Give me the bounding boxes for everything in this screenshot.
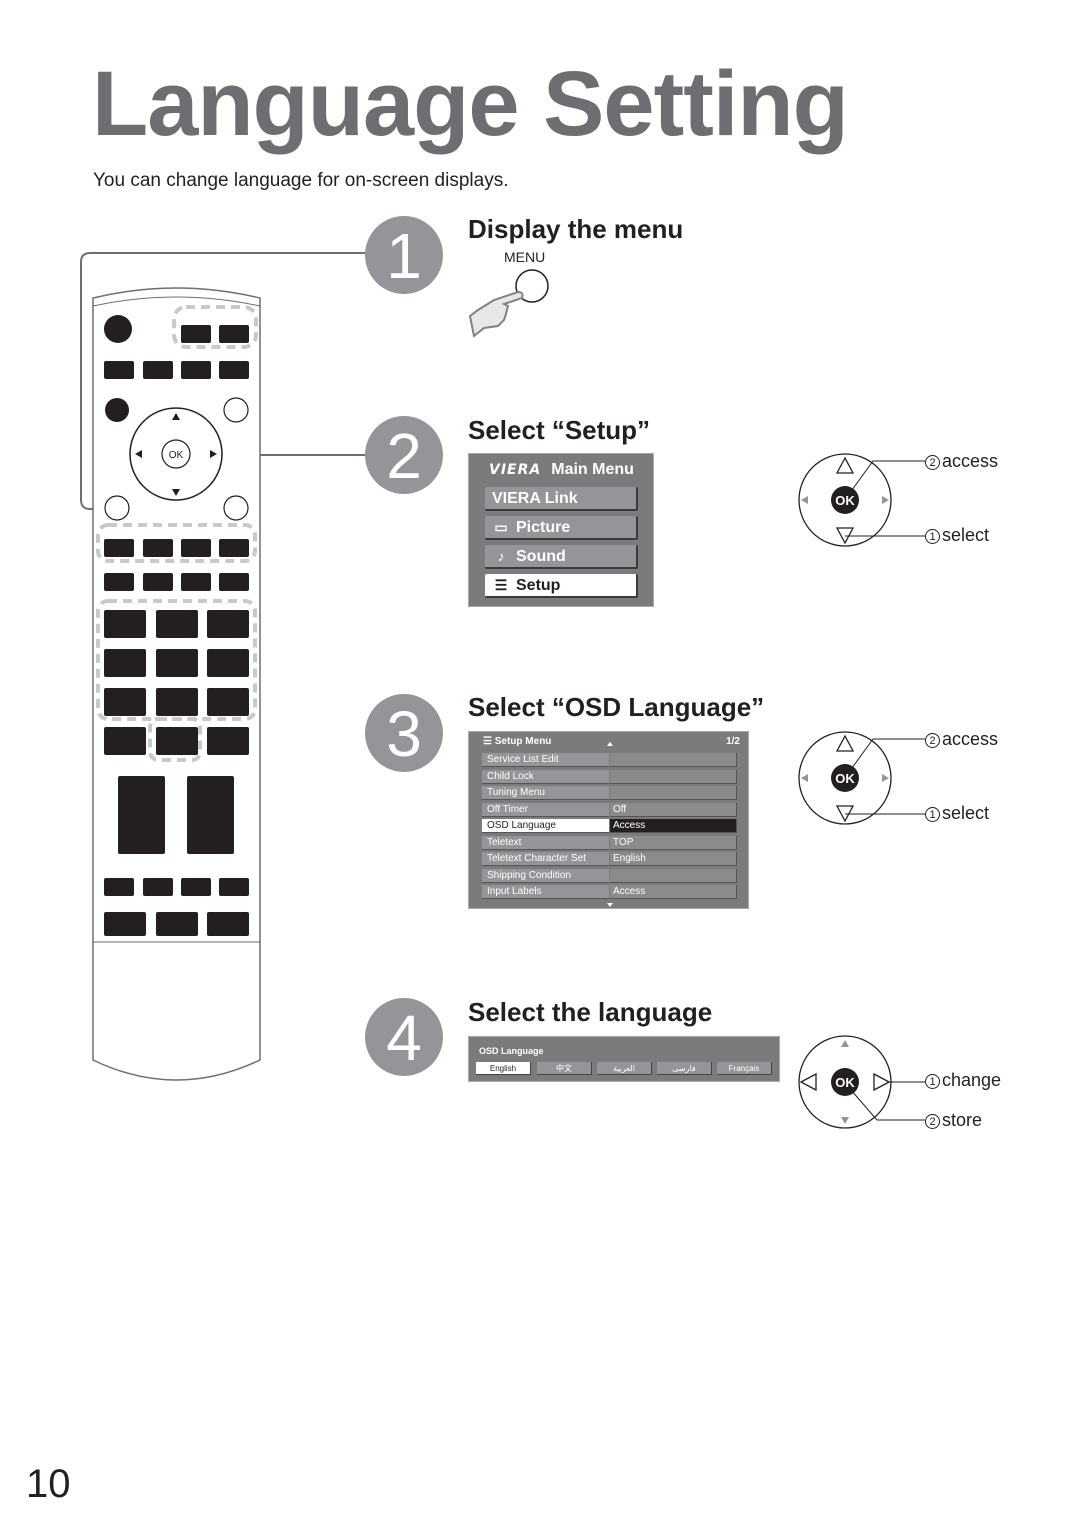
step-title: Select “Setup” bbox=[468, 415, 651, 445]
scroll-down-icon bbox=[607, 903, 613, 907]
instruction-access: 2 access bbox=[925, 451, 998, 472]
osd-language-screen: OSD Language English 中文 العربية فارسی Fr… bbox=[468, 1036, 780, 1082]
step-title: Select the language bbox=[468, 997, 713, 1027]
setup-menu-header: ☰ Setup Menu bbox=[483, 736, 552, 747]
setup-row-shipping-condition[interactable]: Shipping Condition bbox=[482, 868, 738, 883]
power-button bbox=[104, 315, 132, 343]
menu-item-setup[interactable]: ☰ Setup bbox=[485, 574, 638, 598]
menu-button-label: MENU bbox=[504, 249, 546, 265]
page-number: 10 bbox=[26, 1462, 71, 1506]
page-indicator: 1/2 bbox=[726, 736, 740, 747]
remote-control-illustration: OK bbox=[80, 252, 366, 1081]
instruction-store: 2 store bbox=[925, 1110, 982, 1131]
menu-item-sound[interactable]: ♪ Sound bbox=[485, 545, 638, 569]
dpad-diagram-step2: OK bbox=[798, 453, 895, 547]
step-title: Select “OSD Language” bbox=[468, 692, 765, 722]
remote-ok-label: OK bbox=[169, 450, 184, 461]
setup-row-input-labels[interactable]: Input Labels Access bbox=[482, 885, 738, 899]
setup-row-osd-language[interactable]: OSD Language Access bbox=[482, 819, 738, 833]
main-menu-header: VIERA Main Menu bbox=[489, 461, 634, 478]
language-option-english[interactable]: English bbox=[476, 1062, 531, 1075]
step-number: 4 bbox=[365, 998, 443, 1076]
language-option-arabic[interactable]: العربية bbox=[597, 1062, 652, 1075]
setup-row-off-timer[interactable]: Off Timer Off bbox=[482, 802, 738, 817]
exit-button bbox=[104, 495, 130, 521]
instruction-access: 2 access bbox=[925, 729, 998, 750]
setup-menu-screen: ☰ Setup Menu 1/2 Service List Edit Child… bbox=[468, 731, 749, 909]
svg-text:OK: OK bbox=[835, 1075, 855, 1090]
list-icon: ☰ bbox=[494, 577, 508, 593]
step-title: Display the menu bbox=[468, 214, 684, 244]
svg-text:OK: OK bbox=[835, 771, 855, 786]
list-icon: ☰ bbox=[483, 736, 495, 747]
menu-button bbox=[223, 397, 249, 423]
instruction-select: 1 select bbox=[925, 525, 989, 546]
dpad-diagram-step4: OK bbox=[798, 1035, 895, 1129]
instruction-select: 1 select bbox=[925, 803, 989, 824]
svg-text:OK: OK bbox=[835, 493, 855, 508]
picture-icon: ▭ bbox=[494, 519, 508, 535]
language-option-persian[interactable]: فارسی bbox=[657, 1062, 712, 1075]
pointing-hand-icon bbox=[468, 269, 549, 338]
menu-item-picture[interactable]: ▭ Picture bbox=[485, 516, 638, 540]
menu-item-viera-link[interactable]: VIERA Link bbox=[485, 487, 638, 511]
step-number: 3 bbox=[365, 694, 443, 772]
setup-row-teletext[interactable]: Teletext TOP bbox=[482, 835, 738, 850]
music-note-icon: ♪ bbox=[497, 548, 505, 564]
osd-language-header: OSD Language bbox=[479, 1046, 544, 1056]
instruction-change: 1 change bbox=[925, 1070, 1001, 1091]
scroll-up-icon bbox=[607, 742, 613, 746]
main-menu-screen: VIERA Main Menu VIERA Link ▭ Picture ♪ Soun… bbox=[468, 453, 654, 607]
step-number: 1 bbox=[365, 216, 443, 294]
setup-row-tuning-menu[interactable]: Tuning Menu bbox=[482, 786, 738, 800]
viera-logo: VIERA bbox=[489, 462, 542, 478]
language-option-french[interactable]: Français bbox=[717, 1062, 772, 1075]
setup-row-service-list-edit[interactable]: Service List Edit bbox=[482, 753, 738, 767]
language-option-chinese[interactable]: 中文 bbox=[537, 1062, 592, 1075]
dpad-diagram-step3: OK bbox=[798, 731, 895, 825]
setup-row-teletext-character-set[interactable]: Teletext Character Set English bbox=[482, 852, 738, 866]
step-number: 2 bbox=[365, 416, 443, 494]
setup-row-child-lock[interactable]: Child Lock bbox=[482, 769, 738, 784]
